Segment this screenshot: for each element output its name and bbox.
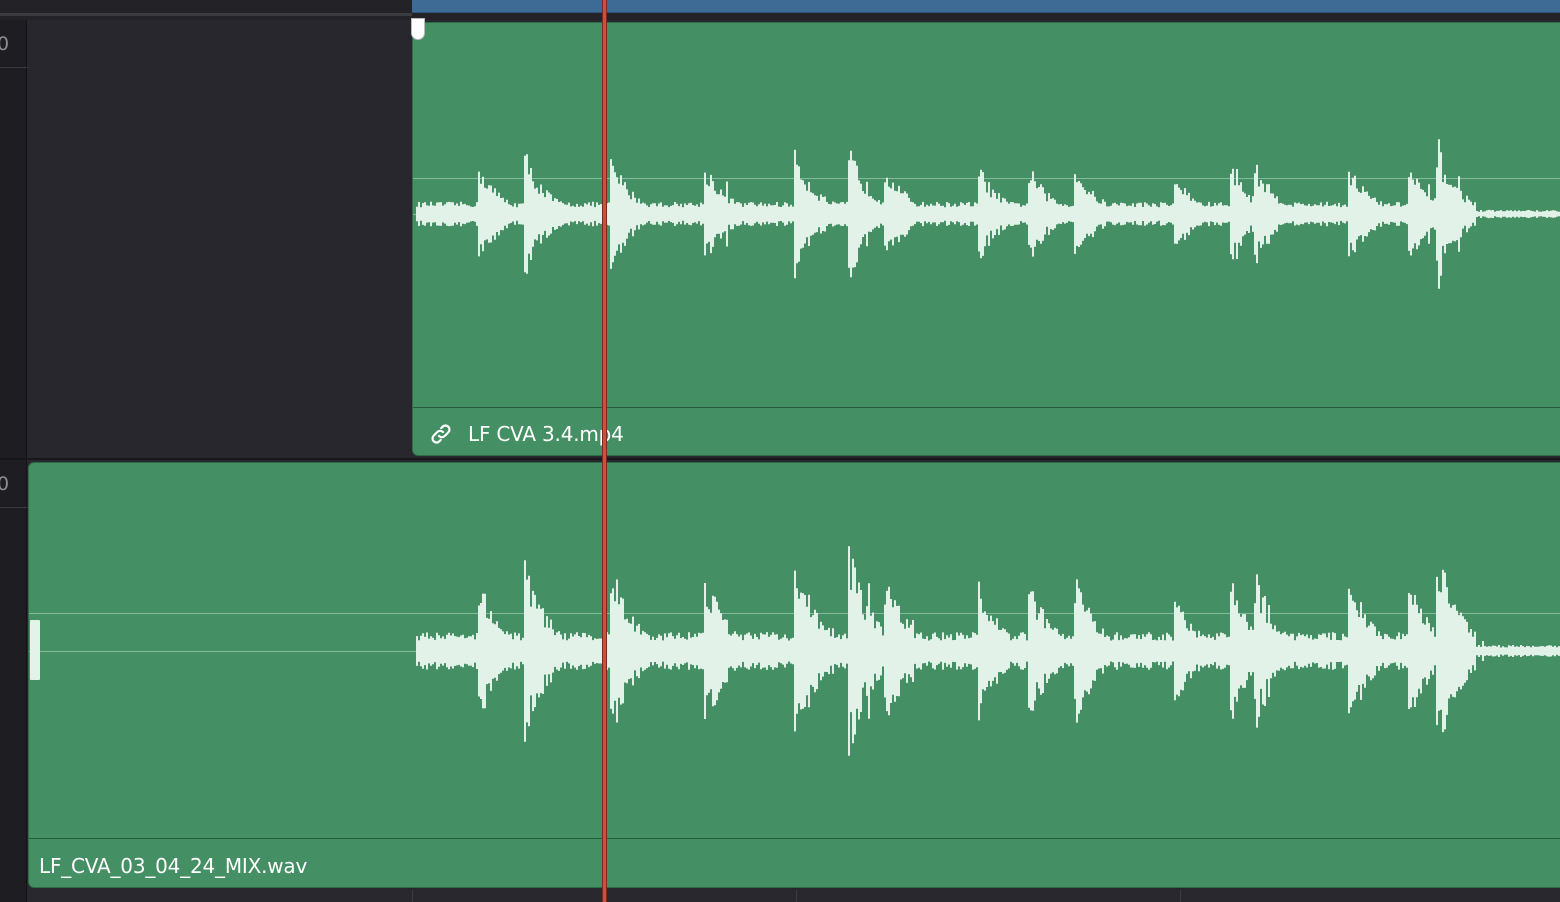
track-header-a1[interactable]: 0	[0, 20, 27, 460]
waveform-guide	[413, 178, 1560, 179]
track-header-a2[interactable]: 0	[0, 460, 27, 902]
playhead[interactable]	[602, 0, 607, 902]
track-number: 0	[0, 473, 10, 495]
trim-handle-icon[interactable]	[411, 18, 425, 40]
clip-name-bar-divider	[413, 407, 1560, 408]
clip-name-label: LF_CVA_03_04_24_MIX.wav	[39, 854, 308, 878]
audio-clip-linked[interactable]: LF CVA 3.4.mp4	[412, 22, 1560, 456]
video-clip-edge[interactable]	[412, 0, 1560, 13]
waveform-centerline	[29, 651, 1560, 652]
ruler-tick	[796, 890, 797, 902]
clip-name-label: LF CVA 3.4.mp4	[468, 422, 624, 446]
track-number: 0	[0, 33, 10, 55]
ruler-tick	[1180, 890, 1181, 902]
video-track-divider	[0, 13, 412, 16]
timeline-panel[interactable]: 0 0 LF CVA 3.4.mp4 LF_CVA_03_04_24_MIX.w…	[0, 0, 1560, 902]
waveform-guide	[29, 613, 1560, 614]
track-ruler-tick	[0, 67, 27, 68]
track-ruler-tick	[0, 507, 27, 508]
waveform	[416, 546, 1560, 756]
ruler-tick	[412, 890, 413, 902]
waveform-centerline	[413, 214, 1560, 215]
track-divider	[0, 458, 1560, 460]
clip-name-bar-divider	[29, 838, 1560, 839]
audio-clip[interactable]: LF_CVA_03_04_24_MIX.wav	[28, 462, 1560, 888]
link-icon	[431, 424, 451, 444]
waveform	[416, 139, 1560, 289]
clip-in-handle[interactable]	[30, 620, 40, 680]
